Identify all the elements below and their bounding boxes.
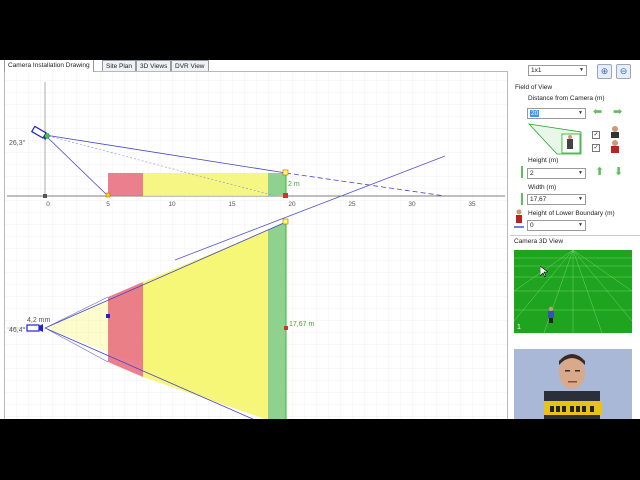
camera-3d-view-heading: Camera 3D View xyxy=(514,238,564,245)
chevron-down-icon: ▼ xyxy=(578,196,583,202)
arrow-left-icon[interactable]: ⬅ xyxy=(593,107,602,118)
chevron-down-icon: ▼ xyxy=(579,67,584,73)
lower-boundary-label: Height of Lower Boundary (m) xyxy=(528,210,615,217)
chevron-down-icon: ▼ xyxy=(578,170,583,176)
top-center-handle[interactable] xyxy=(284,326,288,330)
distance-value: 20 xyxy=(530,110,540,117)
layout-select-value: 1x1 xyxy=(531,67,542,74)
chevron-down-icon: ▼ xyxy=(578,222,583,228)
top-camera-icon[interactable] xyxy=(26,324,43,332)
arrow-down-icon[interactable]: ⬇ xyxy=(614,167,623,178)
top-width-handle[interactable] xyxy=(282,218,289,225)
camera-3d-view[interactable]: 1 xyxy=(514,250,632,333)
lower-boundary-icon xyxy=(514,209,524,228)
height-value: 2 xyxy=(530,170,534,177)
dvr-preview xyxy=(514,349,632,419)
field-of-view-heading: Field of View xyxy=(515,84,553,91)
camera-pivot-handle[interactable] xyxy=(44,133,50,139)
pole-base-handle[interactable] xyxy=(43,194,47,198)
distance-input[interactable]: 20 ▼ xyxy=(527,108,586,119)
top-green-zone xyxy=(268,222,286,419)
width-input[interactable]: 17,67 ▼ xyxy=(527,194,586,205)
lower-boundary-value: 0 xyxy=(530,222,534,229)
x-tick: 0 xyxy=(46,201,50,208)
chevron-down-icon: ▼ xyxy=(578,110,583,116)
x-tick: 35 xyxy=(468,201,476,208)
mouse-cursor-icon xyxy=(540,266,548,278)
right-panel: 1x1 ▼ ⊕ ⊖ Field of View Distance from Ca… xyxy=(510,60,640,419)
focal-length-label: 4,2 mm xyxy=(27,317,51,324)
arrow-right-icon[interactable]: ➡ xyxy=(613,107,622,118)
person-icon xyxy=(611,126,619,153)
x-tick: 15 xyxy=(228,201,236,208)
app-window: Camera Installation Drawing Site Plan 3D… xyxy=(0,60,640,419)
height-dimension-label: 2 m xyxy=(288,181,300,188)
arrow-up-icon[interactable]: ⬆ xyxy=(595,167,604,178)
lower-boundary-input[interactable]: 0 ▼ xyxy=(527,220,586,231)
width-value: 17,67 xyxy=(530,196,547,203)
x-tick: 10 xyxy=(168,201,176,208)
width-indicator xyxy=(521,193,523,205)
distance-label: Distance from Camera (m) xyxy=(528,95,605,102)
top-red-zone xyxy=(108,282,143,377)
panel-divider xyxy=(510,235,640,236)
width-label: Width (m) xyxy=(528,184,557,191)
x-tick: 30 xyxy=(408,201,416,208)
height-indicator xyxy=(521,166,523,178)
view-index-label: 1 xyxy=(517,324,521,331)
view-angle-label: 46,4° xyxy=(9,326,26,334)
ground-grid xyxy=(514,250,632,333)
side-yellow-zone xyxy=(143,173,268,196)
width-dimension-label: 17,67 m xyxy=(289,321,314,328)
side-bottom-handle[interactable] xyxy=(283,193,288,198)
x-tick: 20 xyxy=(288,201,296,208)
drawing-canvas[interactable]: 26,3° 2 m 0 5 10 15 20 25 30 35 4,2 mm 4… xyxy=(4,71,508,419)
x-tick: 5 xyxy=(106,201,110,208)
tilt-angle-label: 26,3° xyxy=(9,139,26,147)
person-female-checkbox[interactable]: ✓ xyxy=(592,144,600,152)
tab-camera-installation-drawing[interactable]: Camera Installation Drawing xyxy=(4,60,94,72)
x-tick: 25 xyxy=(348,201,356,208)
side-red-zone xyxy=(108,173,143,196)
side-top-handle[interactable] xyxy=(282,169,289,176)
top-near-handle[interactable] xyxy=(106,314,110,318)
height-input[interactable]: 2 ▼ xyxy=(527,168,586,179)
layout-select[interactable]: 1x1 ▼ xyxy=(528,65,587,76)
side-green-zone xyxy=(268,173,286,196)
side-start-handle[interactable] xyxy=(105,192,111,198)
fov-preview xyxy=(527,123,582,155)
height-label: Height (m) xyxy=(528,157,559,164)
zoom-out-icon[interactable]: ⊖ xyxy=(616,64,631,79)
zoom-in-icon[interactable]: ⊕ xyxy=(597,64,612,79)
dvr-face-image xyxy=(514,349,632,419)
person-male-checkbox[interactable]: ✓ xyxy=(592,131,600,139)
